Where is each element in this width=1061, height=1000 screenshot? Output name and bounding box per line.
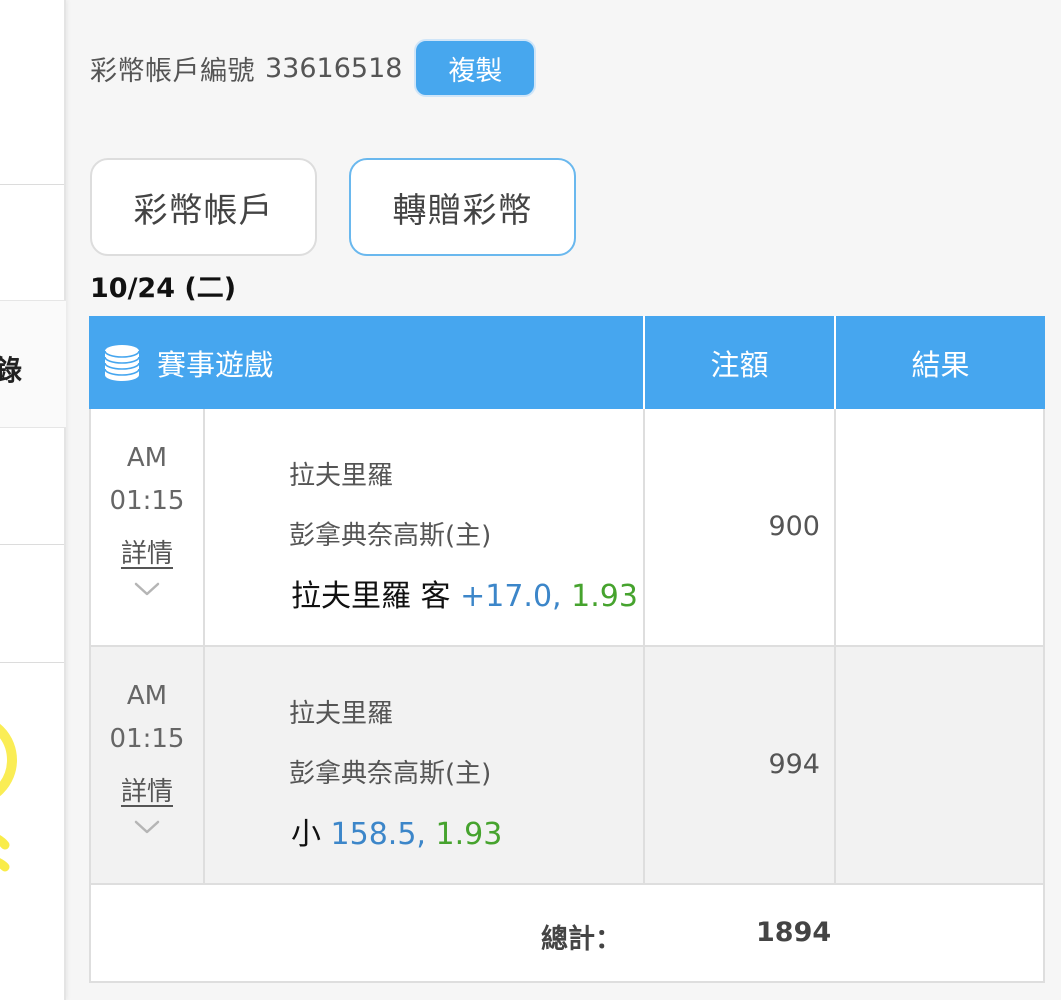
total-value: 1894 <box>756 917 832 948</box>
chevron-down-icon[interactable] <box>133 581 161 597</box>
table-row: AM 01:15 詳情 拉夫里羅 彭拿典奈高斯(主) 拉夫里羅 客 +17.0,… <box>89 409 1045 647</box>
lightbulb-icon <box>0 723 17 872</box>
chevron-down-icon[interactable] <box>133 819 161 835</box>
header-result: 結果 <box>834 316 1045 409</box>
team-home: 彭拿典奈高斯(主) <box>289 759 492 789</box>
bet-selection: 小 158.5, 1.93 <box>291 809 502 853</box>
bet-line: +17.0, <box>460 579 562 614</box>
tab-coin-account[interactable]: 彩幣帳戶 <box>90 158 317 256</box>
total-label: 總計： <box>541 924 622 955</box>
sidebar-item-active[interactable]: 錄 <box>0 300 66 428</box>
time-clock: 01:15 <box>109 724 185 754</box>
header-amount: 注額 <box>643 316 834 409</box>
header-game-label: 賽事遊戲 <box>157 347 274 382</box>
details-link[interactable]: 詳情 <box>91 533 203 570</box>
bet-odds: 1.93 <box>571 579 638 614</box>
time-ampm: AM <box>126 443 168 473</box>
sidebar: 錄 <box>0 0 66 1000</box>
account-number-row: 彩幣帳戶編號 33616518 複製 <box>90 38 537 98</box>
time-clock: 01:15 <box>109 486 185 516</box>
page: 錄 彩幣帳戶編號 33616518 複製 彩幣帳戶 轉贈彩幣 10/24 (二) <box>0 0 1061 1000</box>
amount-cell: 900 <box>645 409 836 645</box>
copy-button[interactable]: 複製 <box>414 39 537 97</box>
date-label: 10/24 (二) <box>90 273 237 304</box>
database-icon <box>104 344 140 381</box>
match-cell: 拉夫里羅 彭拿典奈高斯(主) 拉夫里羅 客 +17.0, 1.93 <box>205 409 645 645</box>
sidebar-divider <box>0 544 64 545</box>
bet-amount: 994 <box>768 749 820 780</box>
time-cell: AM 01:15 詳情 <box>91 409 205 645</box>
time-cell: AM 01:15 詳情 <box>91 647 205 883</box>
details-link[interactable]: 詳情 <box>91 771 203 808</box>
team-away: 拉夫里羅 <box>289 461 394 491</box>
match-cell: 拉夫里羅 彭拿典奈高斯(主) 小 158.5, 1.93 <box>205 647 645 883</box>
time-ampm: AM <box>126 681 168 711</box>
bet-amount: 900 <box>768 511 820 542</box>
account-number-value: 33616518 <box>265 52 403 84</box>
table-row: AM 01:15 詳情 拉夫里羅 彭拿典奈高斯(主) 小 158.5, 1.93… <box>89 647 1045 885</box>
result-cell <box>836 647 1045 883</box>
bet-selection: 拉夫里羅 客 +17.0, 1.93 <box>291 571 638 615</box>
sidebar-item-label: 錄 <box>0 354 23 387</box>
sidebar-divider <box>0 184 64 185</box>
bet-pick: 小 <box>291 817 321 852</box>
table-header: 賽事遊戲 注額 結果 <box>89 316 1045 409</box>
bet-pick: 拉夫里羅 客 <box>291 579 451 614</box>
bet-odds: 1.93 <box>435 817 503 852</box>
sidebar-divider <box>0 662 64 663</box>
account-number-label: 彩幣帳戶編號 <box>90 55 255 87</box>
header-game: 賽事遊戲 <box>89 316 643 409</box>
team-away: 拉夫里羅 <box>289 699 394 729</box>
tab-transfer-coins[interactable]: 轉贈彩幣 <box>349 158 576 256</box>
bet-line: 158.5, <box>330 817 426 852</box>
result-cell <box>836 409 1045 645</box>
team-home: 彭拿典奈高斯(主) <box>289 521 492 551</box>
amount-cell: 994 <box>645 647 836 883</box>
total-row: 總計： 1894 <box>89 885 1045 983</box>
